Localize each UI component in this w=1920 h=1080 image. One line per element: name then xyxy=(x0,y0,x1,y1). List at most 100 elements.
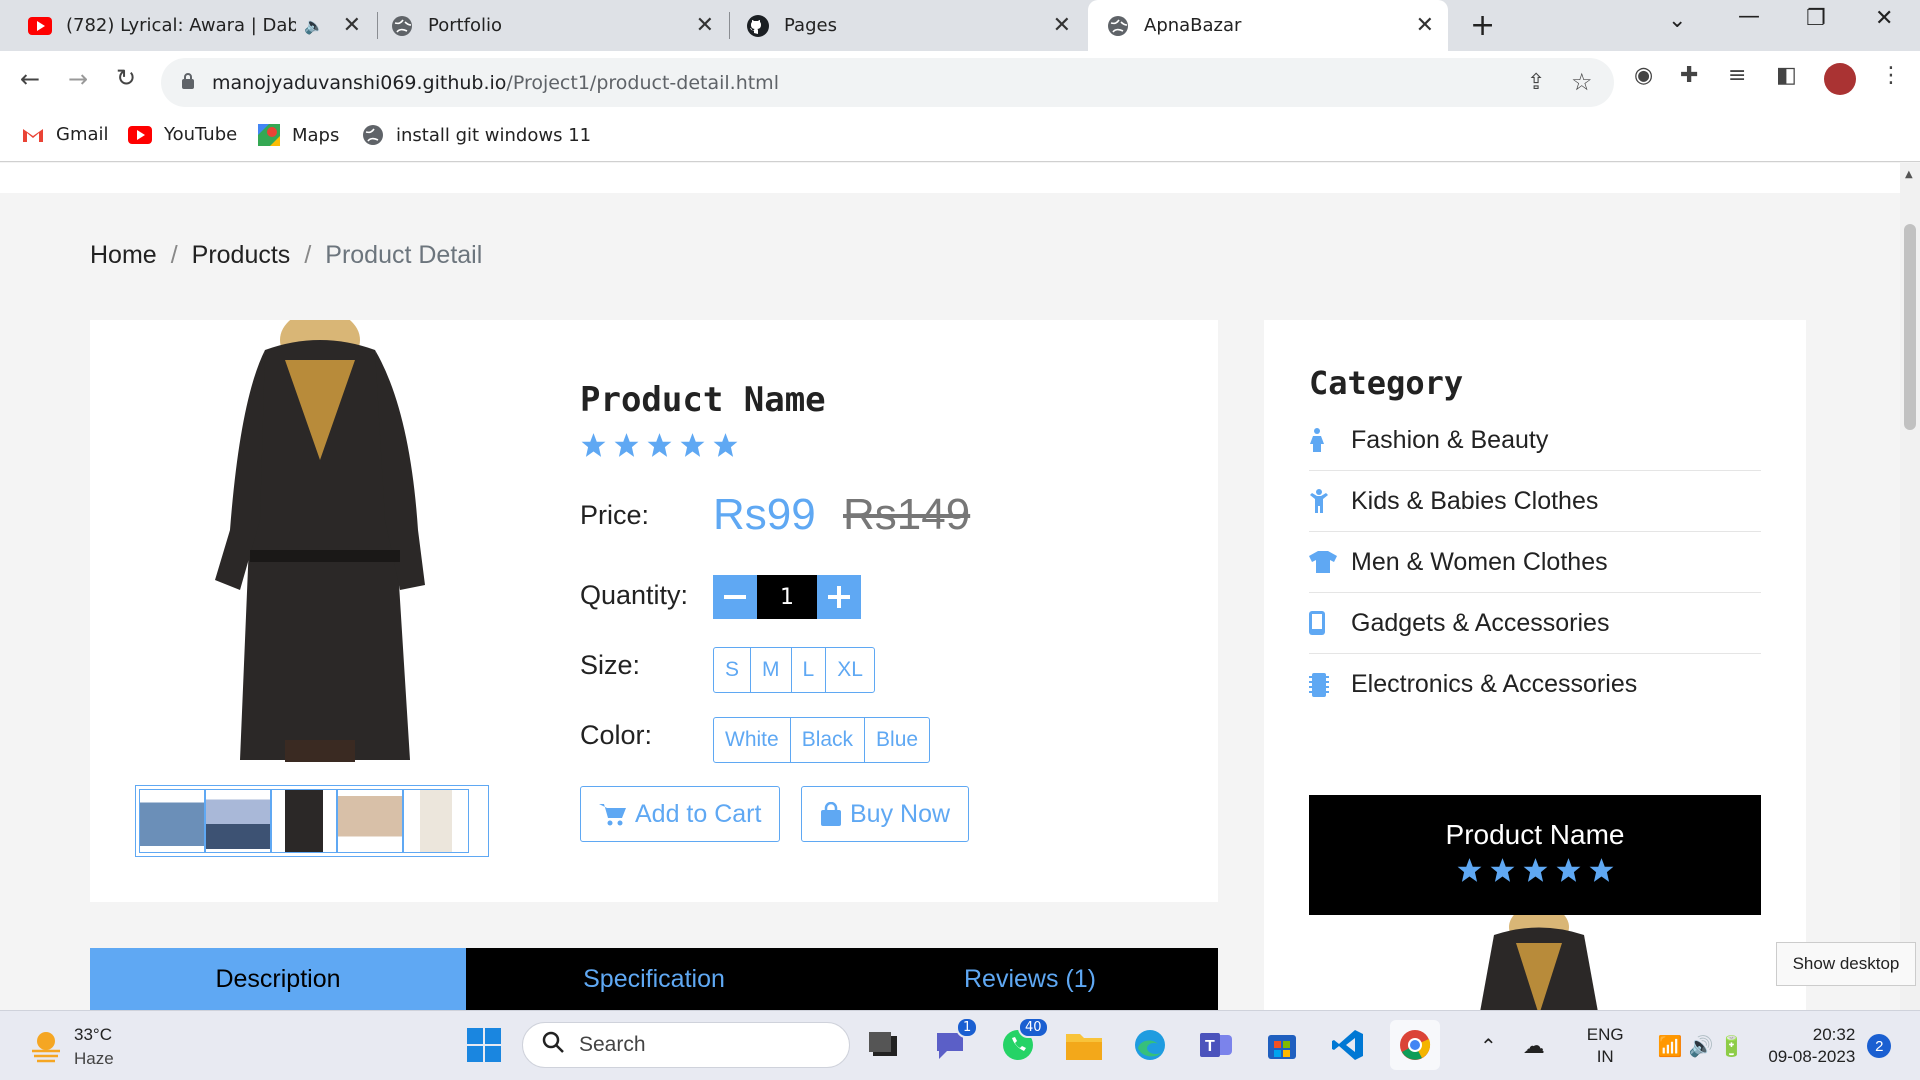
page-content: Home / Products / Product Detail Product Nam… xyxy=(0,163,1900,1010)
color-option[interactable]: Blue xyxy=(865,718,929,762)
edge-icon[interactable] xyxy=(1128,1023,1172,1067)
quantity-input[interactable]: 1 xyxy=(757,575,817,619)
product-rating xyxy=(580,432,739,458)
notification-badge[interactable]: 2 xyxy=(1867,1034,1892,1058)
color-option[interactable]: Black xyxy=(791,718,866,762)
tab-reviews[interactable]: Reviews (1) xyxy=(842,948,1218,1010)
reload-icon[interactable]: ↻ xyxy=(116,64,136,92)
maps-icon xyxy=(258,124,280,146)
category-item-fashion[interactable]: Fashion & Beauty xyxy=(1309,410,1761,471)
back-icon[interactable]: ← xyxy=(20,65,40,93)
page-scrollbar[interactable]: ▲ xyxy=(1900,163,1920,1010)
category-item-men-women[interactable]: Men & Women Clothes xyxy=(1309,532,1761,593)
child-icon xyxy=(1309,489,1351,513)
new-tab-button[interactable]: + xyxy=(1470,8,1495,43)
buy-now-button[interactable]: Buy Now xyxy=(801,786,970,842)
battery-icon[interactable]: 🔋 xyxy=(1719,1034,1744,1059)
tab-youtube[interactable]: (782) Lyrical: Awara | Dabang 🔈 ✕ xyxy=(0,0,375,51)
size-option[interactable]: XL xyxy=(826,648,874,692)
thumbnail[interactable] xyxy=(139,789,205,853)
url-text: manojyaduvanshi069.github.io/Project1/pr… xyxy=(212,72,779,94)
wifi-icon[interactable]: 📶 xyxy=(1658,1034,1683,1059)
star-icon xyxy=(680,433,705,457)
close-tab-icon[interactable]: ✕ xyxy=(343,13,361,38)
star-icon xyxy=(647,433,672,457)
increase-quantity-button[interactable] xyxy=(817,575,861,619)
weather-widget[interactable]: 33°C Haze xyxy=(28,1023,114,1071)
thumbnail[interactable] xyxy=(337,789,403,853)
close-window-icon[interactable]: ✕ xyxy=(1875,6,1893,31)
color-option[interactable]: White xyxy=(714,718,791,762)
promo-product-card[interactable]: Product Name xyxy=(1309,795,1761,915)
category-item-gadgets[interactable]: Gadgets & Accessories xyxy=(1309,593,1761,654)
vscode-icon[interactable] xyxy=(1326,1023,1370,1067)
thumbnail[interactable] xyxy=(205,789,271,853)
windows-start-icon[interactable] xyxy=(462,1023,506,1067)
menu-icon[interactable]: ⋮ xyxy=(1880,63,1902,88)
tab-specification[interactable]: Specification xyxy=(466,948,842,1010)
bookmark-star-icon[interactable]: ☆ xyxy=(1571,68,1593,96)
close-tab-icon[interactable]: ✕ xyxy=(1053,13,1071,38)
size-option[interactable]: S xyxy=(714,648,752,692)
teams-chat-icon[interactable]: 1 xyxy=(930,1017,979,1067)
task-view-icon[interactable] xyxy=(862,1023,906,1067)
onedrive-icon[interactable]: ☁ xyxy=(1523,1033,1545,1059)
close-tab-icon[interactable]: ✕ xyxy=(696,13,714,38)
search-icon xyxy=(541,1030,565,1060)
sidepanel-icon[interactable]: ◧ xyxy=(1776,63,1797,88)
whatsapp-icon[interactable]: 40 xyxy=(996,1017,1049,1067)
tab-description[interactable]: Description xyxy=(90,948,466,1010)
media-icon[interactable]: ≡ xyxy=(1728,63,1746,88)
puzzle-icon[interactable]: ✚ xyxy=(1680,63,1698,88)
bookmark-gmail[interactable]: Gmail xyxy=(22,124,109,145)
size-option[interactable]: M xyxy=(751,648,792,692)
quantity-label: Quantity: xyxy=(580,580,689,610)
file-explorer-icon[interactable] xyxy=(1062,1023,1106,1067)
breadcrumb-products[interactable]: Products xyxy=(192,241,291,269)
category-item-kids[interactable]: Kids & Babies Clothes xyxy=(1309,471,1761,532)
star-icon xyxy=(1457,858,1481,882)
speaker-icon[interactable]: 🔈 xyxy=(304,16,324,35)
forward-icon[interactable]: → xyxy=(68,65,88,93)
navbar-strip xyxy=(0,163,1900,193)
tab-pages[interactable]: Pages ✕ xyxy=(730,0,1085,51)
avatar[interactable] xyxy=(1824,63,1856,95)
breadcrumb-home[interactable]: Home xyxy=(90,241,157,269)
promo-product-name: Product Name xyxy=(1445,819,1625,850)
store-icon[interactable] xyxy=(1260,1023,1304,1067)
scroll-up-icon[interactable]: ▲ xyxy=(1905,169,1913,180)
temperature: 33°C xyxy=(74,1025,112,1044)
thumbnail[interactable] xyxy=(271,789,337,853)
teams-icon[interactable]: T xyxy=(1194,1023,1238,1067)
minimize-icon[interactable]: — xyxy=(1738,4,1760,29)
category-label: Kids & Babies Clothes xyxy=(1351,486,1599,515)
chevron-up-icon[interactable]: ⌃ xyxy=(1480,1034,1497,1059)
star-icon xyxy=(1556,858,1580,882)
windows-taskbar: 33°C Haze Search 1 40 T ⌃ ☁ ENG IN 📶 🔊 🔋… xyxy=(0,1010,1920,1080)
taskbar-search[interactable]: Search xyxy=(522,1022,850,1068)
tab-apnabazar[interactable]: ApnaBazar ✕ xyxy=(1088,0,1448,51)
tab-search-icon[interactable]: ⌄ xyxy=(1668,8,1686,33)
restore-icon[interactable]: ❐ xyxy=(1806,6,1826,31)
thumbnail[interactable] xyxy=(403,789,469,853)
globe-icon xyxy=(362,124,384,146)
close-tab-icon[interactable]: ✕ xyxy=(1416,13,1434,38)
clock[interactable]: 20:32 09-08-2023 xyxy=(1768,1024,1855,1068)
scrollbar-thumb[interactable] xyxy=(1904,224,1916,430)
decrease-quantity-button[interactable] xyxy=(713,575,757,619)
bookmark-maps[interactable]: Maps xyxy=(258,124,339,146)
size-option[interactable]: L xyxy=(792,648,827,692)
add-to-cart-button[interactable]: Add to Cart xyxy=(580,786,781,842)
share-icon[interactable]: ⇪ xyxy=(1527,70,1545,95)
bookmark-install-git[interactable]: install git windows 11 xyxy=(362,124,591,146)
bookmark-youtube[interactable]: YouTube xyxy=(128,124,237,145)
language-indicator[interactable]: ENG IN xyxy=(1587,1024,1624,1068)
extension-icon[interactable]: ◉ xyxy=(1634,63,1653,88)
star-icon xyxy=(713,433,738,457)
tab-portfolio[interactable]: Portfolio ✕ xyxy=(378,0,728,51)
volume-icon[interactable]: 🔊 xyxy=(1689,1034,1714,1059)
address-bar[interactable]: manojyaduvanshi069.github.io/Project1/pr… xyxy=(161,58,1614,107)
browser-toolbar: ← → ↻ manojyaduvanshi069.github.io/Proje… xyxy=(0,51,1920,114)
chrome-icon[interactable] xyxy=(1390,1020,1440,1070)
category-item-electronics[interactable]: Electronics & Accessories xyxy=(1309,654,1761,715)
